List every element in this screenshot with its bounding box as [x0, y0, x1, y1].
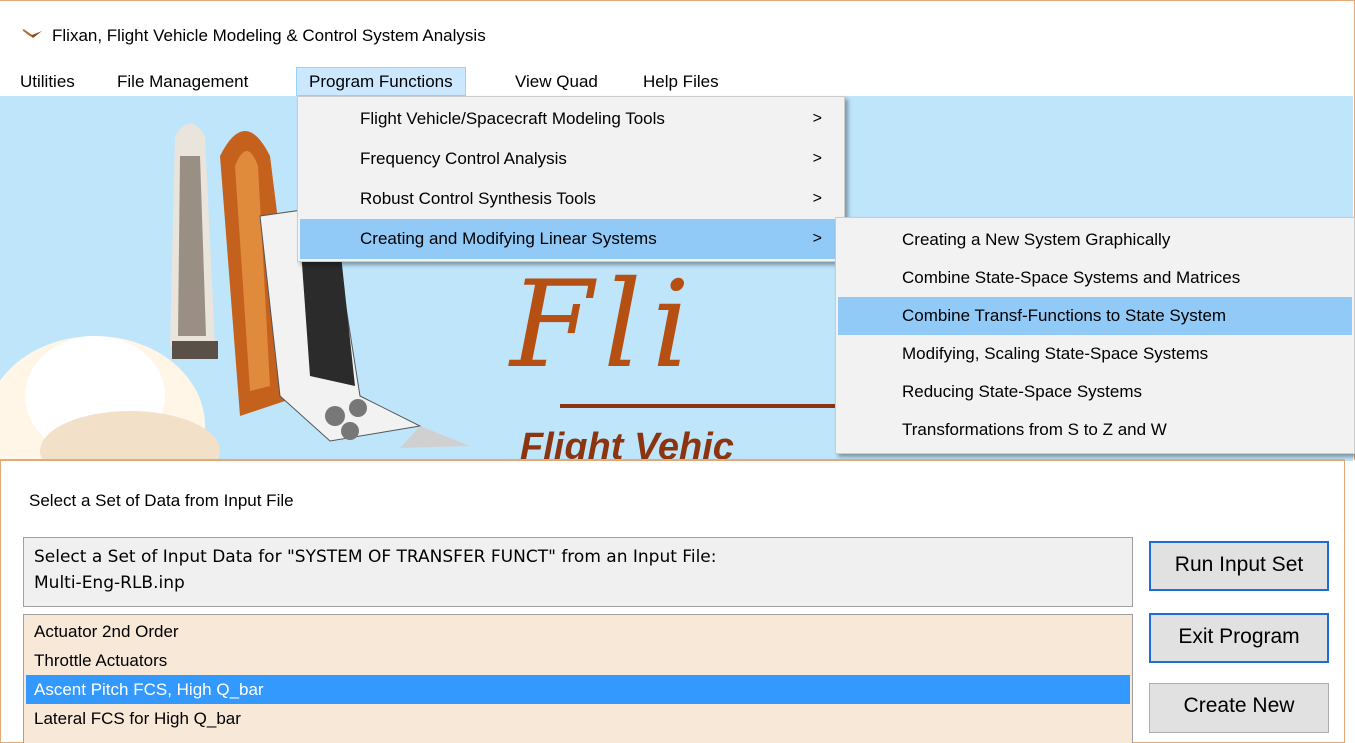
- menu-item-linear-systems[interactable]: Creating and Modifying Linear Systems >: [300, 219, 842, 259]
- submenu-item-combine-transfer-functions[interactable]: Combine Transf-Functions to State System: [838, 297, 1352, 335]
- menu-file-management[interactable]: File Management: [105, 67, 260, 96]
- select-data-dialog: Select a Set of Data from Input File Sel…: [0, 459, 1345, 743]
- splash-logo-text: Fli: [510, 256, 701, 395]
- menu-help-files[interactable]: Help Files: [631, 67, 731, 96]
- splash-divider: [560, 404, 860, 408]
- menu-item-frequency-control[interactable]: Frequency Control Analysis >: [300, 139, 842, 179]
- prompt-text-box: Select a Set of Input Data for "SYSTEM O…: [23, 537, 1133, 607]
- splash-subtitle: Flight Vehic: [520, 426, 734, 461]
- list-item[interactable]: Actuator 2nd Order: [26, 617, 1130, 646]
- menu-item-label: Creating and Modifying Linear Systems: [360, 229, 657, 248]
- submenu-item-s-to-z-w[interactable]: Transformations from S to Z and W: [838, 411, 1352, 449]
- chevron-right-icon: >: [812, 150, 822, 167]
- menu-program-functions[interactable]: Program Functions: [296, 67, 466, 96]
- list-item[interactable]: Lateral FCS for High Q_bar: [26, 704, 1130, 733]
- title-bar: Flixan, Flight Vehicle Modeling & Contro…: [0, 1, 1354, 67]
- app-logo-icon: [22, 28, 42, 38]
- menu-bar: Utilities File Management Program Functi…: [0, 67, 1354, 96]
- menu-item-label: Flight Vehicle/Spacecraft Modeling Tools: [360, 109, 665, 128]
- submenu-item-reduce-systems[interactable]: Reducing State-Space Systems: [838, 373, 1352, 411]
- create-new-button[interactable]: Create New: [1149, 683, 1329, 733]
- prompt-text: Select a Set of Input Data for "SYSTEM O…: [34, 547, 717, 567]
- chevron-right-icon: >: [812, 230, 822, 247]
- menu-utilities[interactable]: Utilities: [8, 67, 87, 96]
- chevron-right-icon: >: [812, 110, 822, 127]
- menu-item-flight-vehicle-modeling[interactable]: Flight Vehicle/Spacecraft Modeling Tools…: [300, 99, 842, 139]
- linear-systems-submenu: Creating a New System Graphically Combin…: [835, 217, 1355, 454]
- dialog-title: Select a Set of Data from Input File: [29, 491, 294, 510]
- submenu-item-modify-scale-systems[interactable]: Modifying, Scaling State-Space Systems: [838, 335, 1352, 373]
- window-title: Flixan, Flight Vehicle Modeling & Contro…: [52, 26, 486, 45]
- menu-view-quad[interactable]: View Quad: [503, 67, 610, 96]
- menu-item-label: Frequency Control Analysis: [360, 149, 567, 168]
- chevron-right-icon: >: [812, 190, 822, 207]
- exit-program-button[interactable]: Exit Program: [1149, 613, 1329, 663]
- list-item[interactable]: Throttle Actuators: [26, 646, 1130, 675]
- input-file-name: Multi-Eng-RLB.inp: [34, 573, 185, 593]
- input-set-list[interactable]: Actuator 2nd Order Throttle Actuators As…: [23, 614, 1133, 743]
- program-functions-menu: Flight Vehicle/Spacecraft Modeling Tools…: [297, 96, 845, 262]
- list-item-selected[interactable]: Ascent Pitch FCS, High Q_bar: [26, 675, 1130, 704]
- menu-item-label: Robust Control Synthesis Tools: [360, 189, 596, 208]
- run-input-set-button[interactable]: Run Input Set: [1149, 541, 1329, 591]
- menu-item-robust-control[interactable]: Robust Control Synthesis Tools >: [300, 179, 842, 219]
- submenu-item-combine-state-space[interactable]: Combine State-Space Systems and Matrices: [838, 259, 1352, 297]
- submenu-item-new-system-graphically[interactable]: Creating a New System Graphically: [838, 221, 1352, 259]
